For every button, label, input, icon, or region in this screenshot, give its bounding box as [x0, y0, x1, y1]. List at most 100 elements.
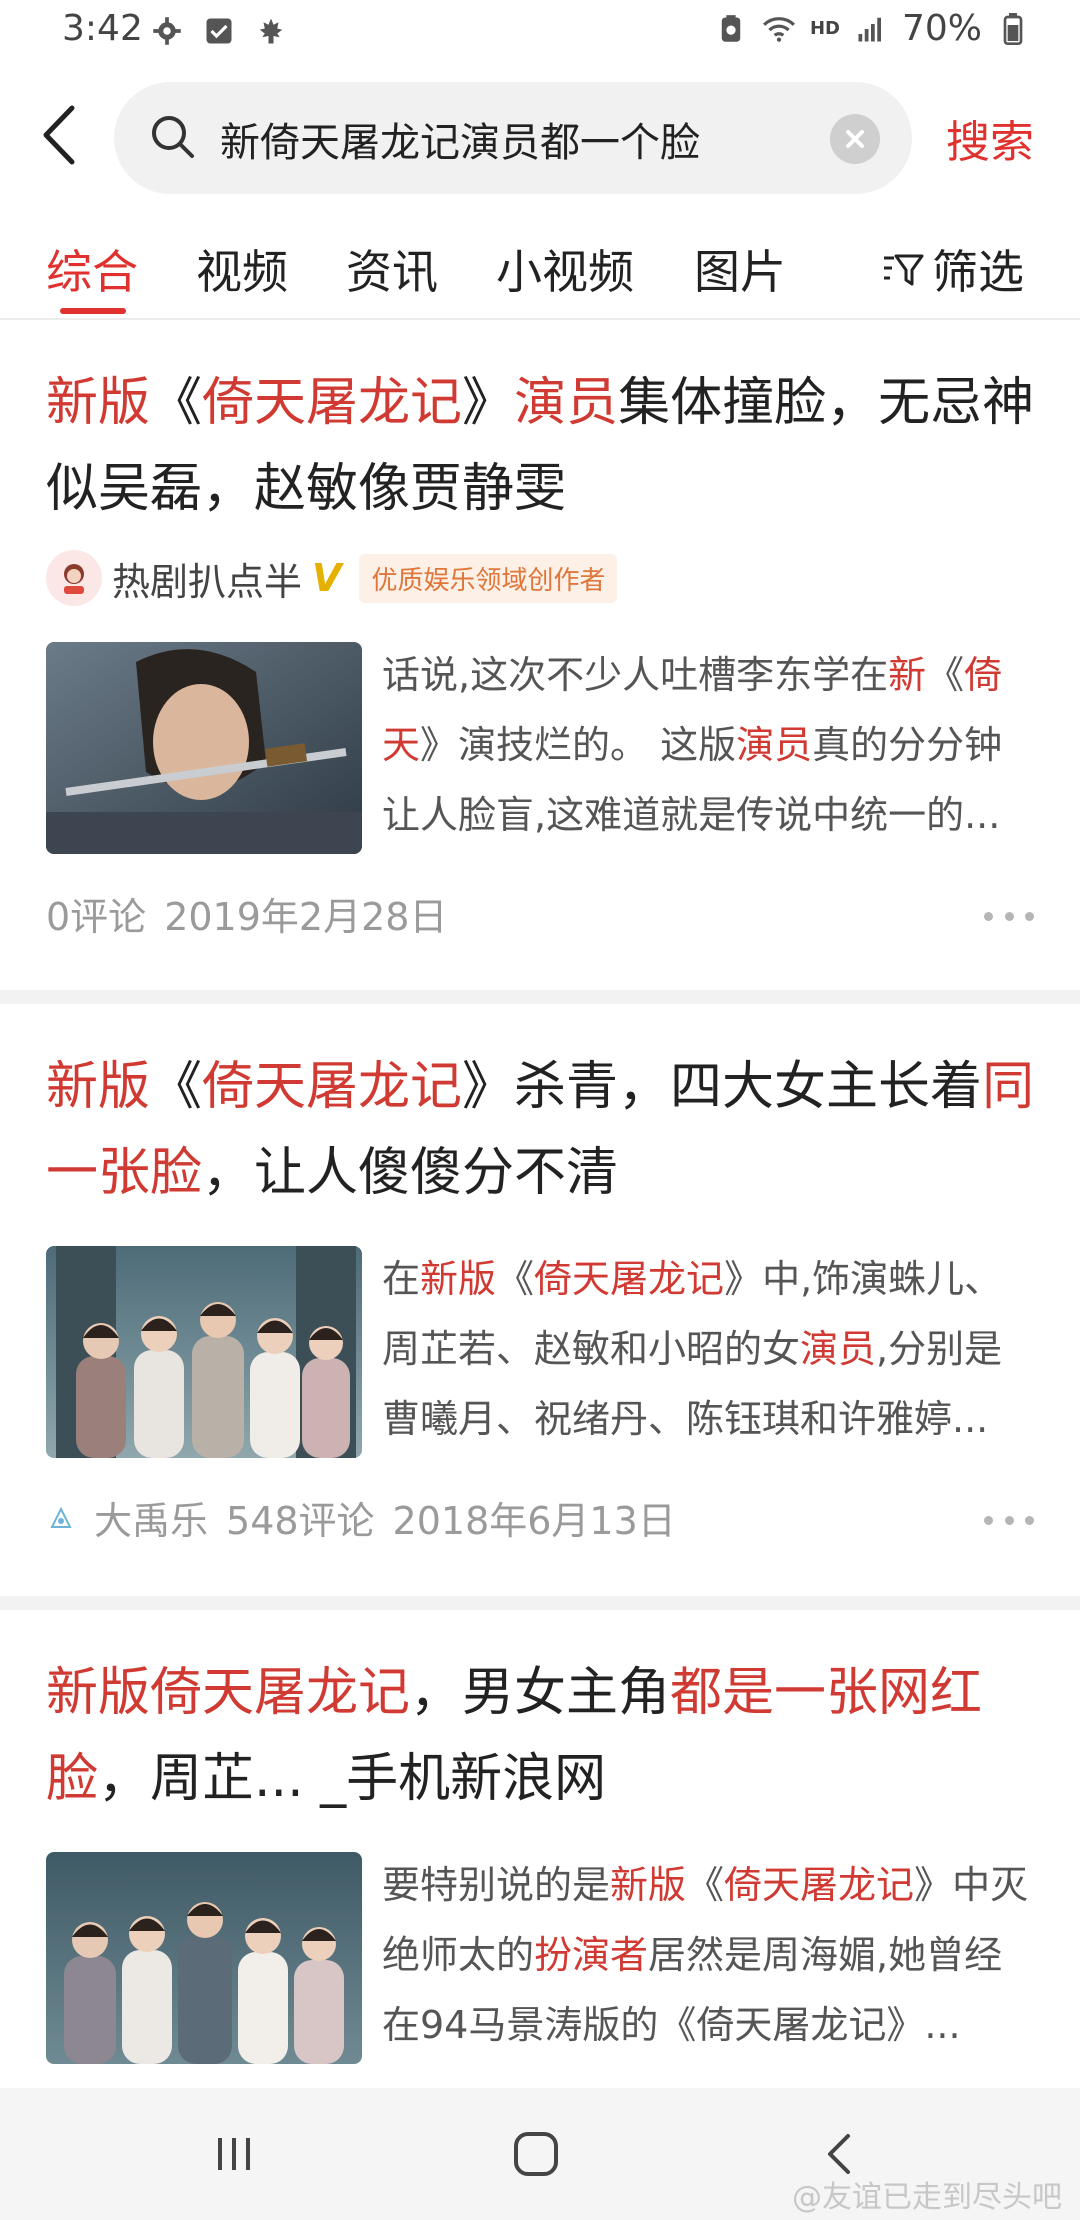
- result-thumbnail[interactable]: [46, 642, 362, 854]
- title-highlight: 演员: [514, 373, 619, 433]
- more-dot-icon: [984, 911, 993, 921]
- snippet-highlight: 新版: [420, 1257, 497, 1301]
- status-bar: 3:42 HD 70%: [0, 0, 1080, 70]
- result-title[interactable]: 新版倚天屠龙记，男女主角都是一张网红脸，周芷... _手机新浪网: [46, 1650, 1036, 1822]
- filter-icon: [884, 254, 924, 286]
- search-results-page: 3:42 HD 70% 新倚天屠龙记演员都一个脸 搜索 综合 视频 资讯 小视频…: [0, 0, 1080, 2220]
- back-button[interactable]: [34, 102, 90, 168]
- snippet-text: 要特别说的是: [382, 1863, 611, 1907]
- result-card-1[interactable]: 新版《倚天屠龙记》演员集体撞脸，无忌神似吴磊，赵敏像贾静雯 热剧扒点半 V 优质…: [0, 320, 1080, 988]
- author-name: 热剧扒点半: [112, 559, 303, 604]
- more-options-button[interactable]: [984, 1510, 1034, 1530]
- tab-images[interactable]: 图片: [694, 236, 786, 302]
- signal-icon: [854, 12, 888, 46]
- result-title[interactable]: 新版《倚天屠龙记》演员集体撞脸，无忌神似吴磊，赵敏像贾静雯: [46, 360, 1036, 532]
- result-snippet: 话说,这次不少人吐槽李东学在新《倚天》演技烂的。 这版演员真的分分钟让人脸盲,这…: [382, 640, 1034, 850]
- search-query-text[interactable]: 新倚天屠龙记演员都一个脸: [220, 110, 700, 168]
- snippet-highlight: 演员: [800, 1327, 877, 1371]
- source-logo-icon: [50, 1506, 72, 1528]
- battery-icon: [996, 12, 1030, 46]
- system-nav-bar: @友谊已走到尽头吧: [0, 2088, 1080, 2220]
- tab-video[interactable]: 视频: [196, 236, 288, 302]
- title-highlight: 倚天屠龙记: [202, 373, 463, 433]
- snippet-highlight: 新: [888, 653, 927, 697]
- source-name: 大禹乐: [94, 1499, 209, 1543]
- creator-badge: 优质娱乐领域创作者: [359, 553, 618, 603]
- result-thumbnail[interactable]: [46, 1852, 362, 2064]
- recent-apps-icon: [218, 2138, 250, 2170]
- title-text: ，周芷... _手机新浪网: [98, 1749, 607, 1809]
- result-thumbnail[interactable]: [46, 1246, 362, 1458]
- snippet-highlight: 扮演者: [534, 1933, 649, 1977]
- section-divider: [0, 1596, 1080, 1610]
- active-tab-indicator: [60, 308, 126, 314]
- title-highlight: 新版: [46, 1057, 151, 1117]
- verified-icon: V: [312, 556, 342, 600]
- snippet-text: 《: [496, 1257, 535, 1301]
- search-icon: [152, 116, 194, 158]
- watermark: @友谊已走到尽头吧: [792, 2180, 1062, 2215]
- tab-news[interactable]: 资讯: [346, 236, 438, 302]
- more-dot-icon: [1025, 1515, 1034, 1525]
- title-highlight: 倚天屠龙记: [202, 1057, 463, 1117]
- title-text: 《: [150, 1057, 203, 1117]
- search-input[interactable]: 新倚天屠龙记演员都一个脸: [114, 82, 912, 194]
- snippet-highlight: 倚天屠龙记: [534, 1257, 725, 1301]
- save-icon: [714, 12, 748, 46]
- home-icon: [514, 2132, 558, 2176]
- snippet-highlight: 新版: [610, 1863, 687, 1907]
- title-text: ，男女主角: [410, 1663, 671, 1723]
- filter-button[interactable]: 筛选: [880, 236, 1024, 302]
- recent-apps-button[interactable]: [204, 2124, 264, 2184]
- result-title[interactable]: 新版《倚天屠龙记》杀青，四大女主长着同一张脸，让人傻傻分不清: [46, 1044, 1036, 1216]
- wifi-icon: [762, 12, 796, 46]
- battery-percent: 70%: [901, 8, 982, 49]
- snippet-text: 《: [926, 653, 965, 697]
- hd-icon: HD: [809, 18, 840, 39]
- result-meta: 0评论 2019年2月28日: [46, 886, 447, 941]
- more-dot-icon: [1004, 911, 1014, 921]
- more-dot-icon: [1025, 911, 1034, 921]
- title-highlight: 新版: [46, 373, 151, 433]
- check-icon: [202, 14, 236, 48]
- tab-comprehensive[interactable]: 综合: [46, 236, 138, 302]
- section-divider: [0, 990, 1080, 1004]
- title-text: 》杀青，四大女主长着: [462, 1057, 983, 1117]
- title-highlight: 新版倚天屠龙记: [46, 1663, 411, 1723]
- result-meta: 大禹乐 548评论 2018年6月13日: [46, 1490, 676, 1545]
- result-card-2[interactable]: 新版《倚天屠龙记》杀青，四大女主长着同一张脸，让人傻傻分不清 在新版《倚天屠龙记…: [0, 1004, 1080, 1594]
- snippet-text: 》演技烂的。 这版: [420, 723, 737, 767]
- result-tabs: 综合 视频 资讯 小视频 图片 筛选: [0, 222, 1080, 320]
- comment-count: 0评论: [46, 895, 147, 939]
- status-time: 3:42: [62, 8, 143, 49]
- title-text: 》: [462, 373, 515, 433]
- snippet-text: 话说,这次不少人吐槽李东学在: [382, 653, 889, 697]
- result-card-3[interactable]: 新版倚天屠龙记，男女主角都是一张网红脸，周芷... _手机新浪网 要特别说的是新…: [0, 1610, 1080, 2088]
- publish-date: 2018年6月13日: [392, 1499, 676, 1543]
- title-text: 《: [150, 373, 203, 433]
- gear-icon: [150, 14, 184, 48]
- avatar: [46, 550, 102, 606]
- result-snippet: 在新版《倚天屠龙记》中,饰演蛛儿、周芷若、赵敏和小昭的女演员,分别是曹曦月、祝绪…: [382, 1244, 1034, 1454]
- result-snippet: 要特别说的是新版《倚天屠龙记》中灭绝师太的扮演者居然是周海媚,她曾经在94马景涛…: [382, 1850, 1034, 2060]
- more-dot-icon: [1004, 1515, 1014, 1525]
- filter-label: 筛选: [932, 245, 1024, 299]
- home-button[interactable]: [506, 2124, 566, 2184]
- tab-short-video[interactable]: 小视频: [496, 236, 634, 302]
- comment-count: 548评论: [226, 1499, 375, 1543]
- publish-date: 2019年2月28日: [164, 895, 448, 939]
- author-row[interactable]: 热剧扒点半 V 优质娱乐领域创作者: [46, 546, 618, 610]
- chevron-left-icon: [43, 105, 75, 165]
- snippet-text: 在: [382, 1257, 421, 1301]
- more-dot-icon: [984, 1515, 993, 1525]
- snippet-text: 《: [686, 1863, 725, 1907]
- close-icon: [846, 130, 864, 148]
- search-row: 新倚天屠龙记演员都一个脸 搜索: [0, 76, 1080, 194]
- snippet-highlight: 倚天屠龙记: [724, 1863, 915, 1907]
- search-submit-button[interactable]: 搜索: [946, 106, 1034, 170]
- title-text: ，让人傻傻分不清: [202, 1143, 619, 1203]
- leaf-icon: [254, 14, 288, 48]
- more-options-button[interactable]: [984, 906, 1034, 926]
- snippet-highlight: 演员: [736, 723, 813, 767]
- clear-search-button[interactable]: [830, 114, 880, 164]
